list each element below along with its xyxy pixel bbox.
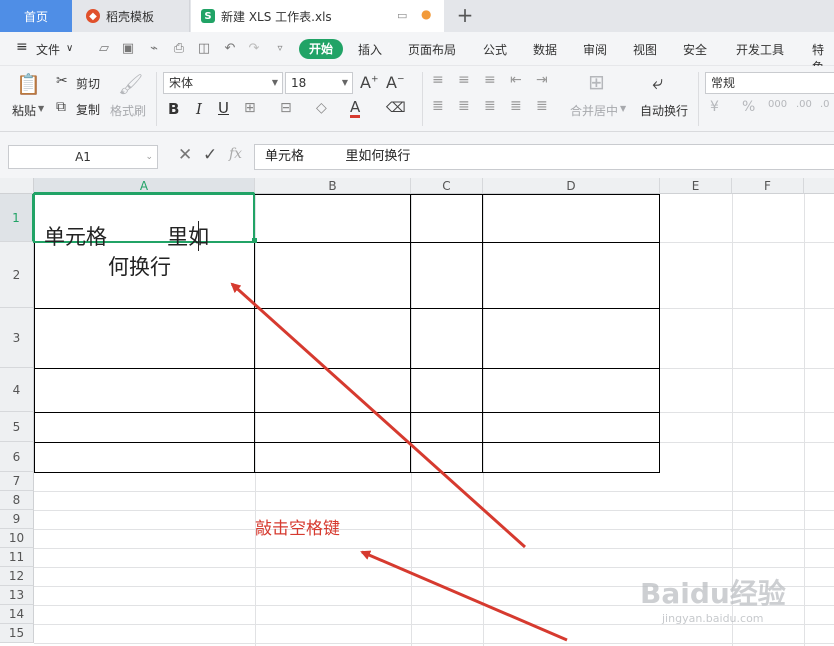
watermark-url: jingyan.baidu.com [662, 612, 764, 625]
arrow-to-note [360, 550, 568, 642]
watermark-logo: Baidu经验 [640, 577, 786, 610]
annotation-arrows [230, 282, 568, 642]
spreadsheet-app-window: 首页 ◆ 稻壳模板 S 新建 XLS 工作表.xls ▭ ● + ≡ 文件 ∨ … [0, 0, 834, 646]
arrow-to-cell [230, 282, 527, 549]
annotation-note: 敲击空格键 [255, 519, 340, 539]
